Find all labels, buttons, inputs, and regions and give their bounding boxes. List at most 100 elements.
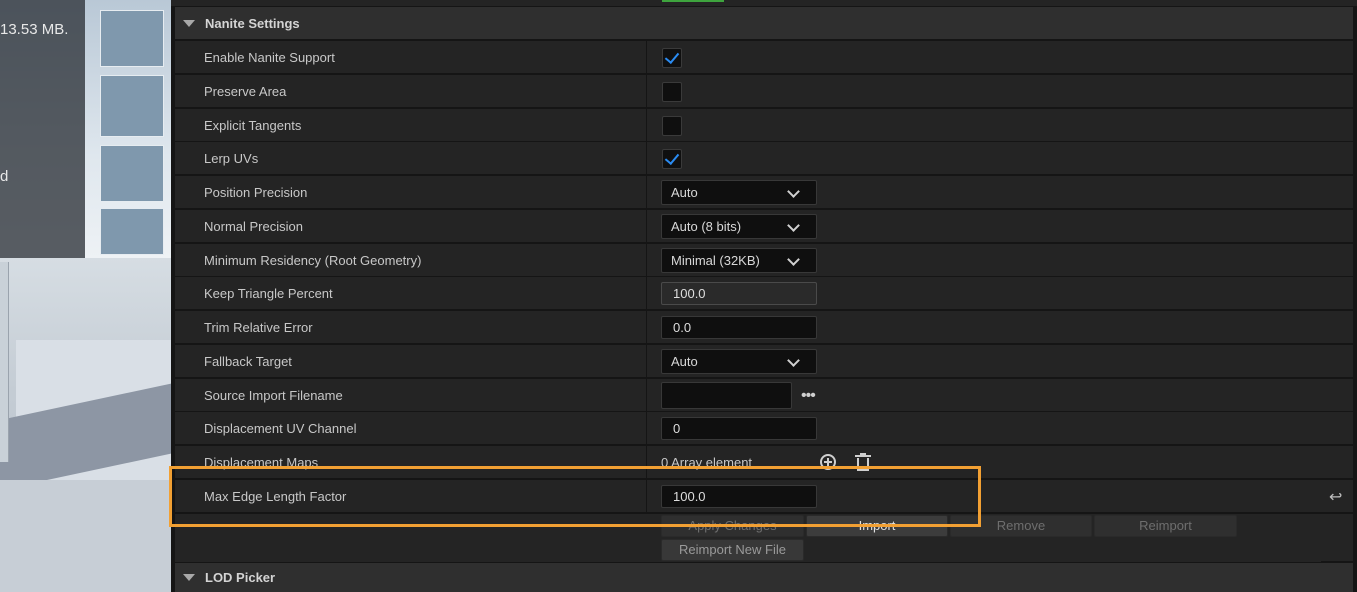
column-divider[interactable]: [646, 379, 647, 412]
section-lod-picker[interactable]: LOD Picker: [175, 563, 1353, 592]
collapse-arrow-icon: [183, 574, 195, 581]
add-element-icon[interactable]: [820, 454, 836, 470]
progress-indicator: [662, 0, 724, 2]
row-fallback-target: Fallback Target Auto: [175, 345, 1321, 378]
stats-overlay: [0, 0, 85, 258]
row-max-edge-length-factor: Max Edge Length Factor 100.0: [175, 480, 1321, 513]
reset-column: [1321, 311, 1353, 344]
property-label: Lerp UVs: [204, 151, 259, 166]
reset-column: [1321, 210, 1353, 243]
browse-ellipsis-icon[interactable]: •••: [801, 387, 816, 405]
building-window: [100, 10, 164, 67]
property-label: Explicit Tangents: [204, 118, 302, 133]
property-label: Source Import Filename: [204, 388, 343, 403]
enable-nanite-checkbox[interactable]: [662, 48, 682, 68]
column-divider[interactable]: [646, 75, 647, 108]
reset-column: ↩: [1321, 480, 1353, 513]
reset-column: [1321, 142, 1353, 175]
column-divider[interactable]: [646, 311, 647, 344]
keep-triangle-percent-spinbox[interactable]: 100.0: [661, 282, 817, 305]
row-lerp-uvs: Lerp UVs: [175, 142, 1321, 175]
reimport-new-file-button[interactable]: Reimport New File: [661, 539, 804, 561]
property-label: Trim Relative Error: [204, 320, 313, 335]
column-divider[interactable]: [646, 446, 647, 479]
column-divider[interactable]: [646, 480, 647, 513]
column-divider[interactable]: [646, 176, 647, 209]
field-value: 100.0: [673, 286, 706, 301]
property-label: Displacement UV Channel: [204, 421, 357, 436]
column-divider[interactable]: [646, 210, 647, 243]
import-button[interactable]: Import: [806, 515, 948, 537]
row-minimum-residency: Minimum Residency (Root Geometry) Minima…: [175, 244, 1321, 277]
position-precision-dropdown[interactable]: Auto: [661, 180, 817, 205]
section-title: Nanite Settings: [205, 15, 300, 31]
reset-to-default-icon[interactable]: ↩: [1329, 487, 1342, 507]
reset-column: [1321, 277, 1353, 310]
dropdown-value: Minimal (32KB): [671, 253, 760, 268]
fallback-target-dropdown[interactable]: Auto: [661, 349, 817, 374]
reset-column: [1321, 244, 1353, 277]
column-divider[interactable]: [646, 345, 647, 378]
chevron-down-icon: [787, 354, 800, 367]
column-divider[interactable]: [646, 109, 647, 142]
preserve-area-checkbox[interactable]: [662, 82, 682, 102]
displacement-uv-channel-field[interactable]: 0: [661, 417, 817, 440]
checkmark-icon: [664, 48, 680, 65]
field-value: 0.0: [673, 320, 692, 335]
property-label: Normal Precision: [204, 219, 303, 234]
reset-column: [1321, 176, 1353, 209]
row-displacement-maps: Displacement Maps 0 Array element: [175, 446, 1321, 479]
section-title: LOD Picker: [205, 570, 276, 585]
column-divider[interactable]: [646, 244, 647, 277]
memory-stat: 13.53 MB.: [0, 21, 69, 38]
property-label: Minimum Residency (Root Geometry): [204, 253, 422, 268]
row-preserve-area: Preserve Area: [175, 75, 1321, 108]
reset-column: [1321, 109, 1353, 142]
row-displacement-uv-channel: Displacement UV Channel 0: [175, 412, 1321, 445]
source-import-filename-field[interactable]: [661, 382, 792, 409]
row-enable-nanite-support: Enable Nanite Support: [175, 41, 1321, 74]
reset-column: [1321, 379, 1353, 412]
row-keep-triangle-percent: Keep Triangle Percent 100.0: [175, 277, 1321, 310]
row-explicit-tangents: Explicit Tangents: [175, 109, 1321, 142]
property-label: Max Edge Length Factor: [204, 489, 347, 504]
column-divider[interactable]: [646, 412, 647, 445]
level-viewport[interactable]: 13.53 MB. d: [0, 0, 171, 592]
dropdown-value: Auto: [671, 354, 698, 369]
post-shape: [0, 262, 9, 462]
property-label: Enable Nanite Support: [204, 50, 335, 65]
section-nanite-settings[interactable]: Nanite Settings: [175, 7, 1353, 39]
dropdown-value: Auto: [671, 185, 698, 200]
trash-icon[interactable]: [854, 453, 872, 472]
field-value: 0: [673, 421, 681, 436]
minimum-residency-dropdown[interactable]: Minimal (32KB): [661, 248, 817, 273]
trim-relative-error-field[interactable]: 0.0: [661, 316, 817, 339]
column-divider[interactable]: [646, 277, 647, 310]
building-window: [100, 75, 164, 137]
building-window: [100, 145, 164, 202]
row-normal-precision: Normal Precision Auto (8 bits): [175, 210, 1321, 243]
row-position-precision: Position Precision Auto: [175, 176, 1321, 209]
property-label: Position Precision: [204, 185, 308, 200]
reset-column: [1321, 446, 1353, 479]
details-panel: Nanite Settings Enable Nanite Support Pr…: [171, 0, 1357, 592]
row-source-import-filename: Source Import Filename •••: [175, 379, 1321, 412]
property-label: Keep Triangle Percent: [204, 286, 333, 301]
column-divider[interactable]: [646, 41, 647, 74]
normal-precision-dropdown[interactable]: Auto (8 bits): [661, 214, 817, 239]
reimport-button[interactable]: Reimport: [1094, 515, 1237, 537]
lerp-uvs-checkbox[interactable]: [662, 149, 682, 169]
property-label: Displacement Maps: [204, 455, 319, 470]
max-edge-length-factor-field[interactable]: 100.0: [661, 485, 817, 508]
dropdown-value: Auto (8 bits): [671, 219, 742, 234]
apply-changes-button[interactable]: Apply Changes: [661, 515, 804, 537]
explicit-tangents-checkbox[interactable]: [662, 116, 682, 136]
remove-button[interactable]: Remove: [950, 515, 1092, 537]
reset-column: [1321, 514, 1353, 562]
ground-shape: [0, 480, 171, 592]
reset-column: [1321, 41, 1353, 74]
reset-column: [1321, 412, 1353, 445]
chevron-down-icon: [787, 253, 800, 266]
stat-fragment: d: [0, 168, 9, 185]
column-divider[interactable]: [646, 142, 647, 175]
